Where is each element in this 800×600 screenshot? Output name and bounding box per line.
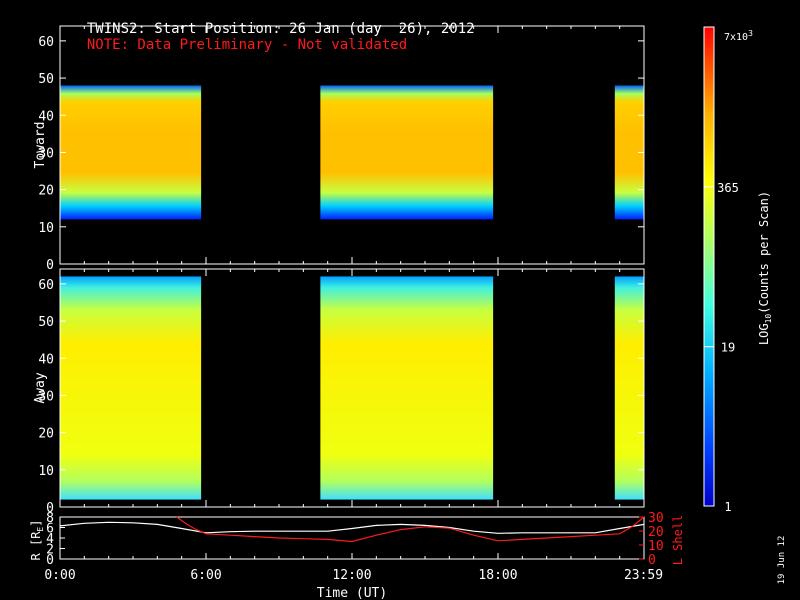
cb-tick-label-2: 365 [717,181,739,195]
y-tick-label-20: 20 [38,184,54,199]
chart-title: TWINS2: Start Position: 26 Jan (day 26),… [70,5,475,53]
orbit-lines [59,516,645,543]
y-tick-label-10: 10 [38,221,54,236]
y-tick-label-20: 20 [38,427,54,442]
lshell-line [176,516,645,543]
away-ylabel: Away [33,372,48,403]
colorbar-max-label: 7x103 [724,29,753,43]
y-tick-label-50: 50 [38,72,54,87]
colorbar-fill [703,26,715,507]
away-panel: 0102030405060 Away [33,268,645,516]
colorbar: 1 19 365 7x103 LOG10(Counts per Scan) [703,26,773,514]
y-tick-label-40: 40 [38,352,54,367]
orbit-ylabel-end: ] [29,520,43,527]
colorbar-max-base: 7x10 [724,32,748,43]
toward-panel: 0102030405060 Toward [33,25,645,273]
y-tick-label-60: 60 [38,35,54,50]
away-interval-2 [614,276,644,500]
orbit-panel: 02468 0102030 0:00 6:00 12:00 18:00 23:59 R … [29,511,685,600]
orbit-right-ticks: 0102030 [639,511,664,568]
l-tick-label-0: 0 [648,553,656,568]
colorbar-label-sub: 10 [764,314,773,324]
cb-tick-label-1: 19 [721,341,735,355]
toward-interval-1 [320,85,494,220]
x-tick-label-0: 0:00 [44,568,75,583]
away-interval-0 [60,276,202,500]
y-tick-label-50: 50 [38,315,54,330]
y-tick-label-0: 0 [46,258,54,273]
x-tick-label-3: 18:00 [478,568,517,583]
orbit-ylabel: R [RE] [29,520,45,561]
orbit-x-ticks: 0:00 6:00 12:00 18:00 23:59 [44,553,663,583]
l-tick-label-20: 20 [648,525,664,540]
x-tick-label-2: 12:00 [332,568,371,583]
cb-tick-label-0: 1 [724,500,731,514]
figure: 0102030405060 Toward 0102030405060 Away … [29,25,787,600]
l-tick-label-30: 30 [648,511,664,526]
away-bands [60,276,644,500]
toward-ylabel: Toward [33,122,48,169]
orbit-ylabel-main: R [R [29,531,43,561]
l-tick-label-10: 10 [648,539,664,554]
radius-line [59,521,645,534]
chart-title-note: NOTE: Data Preliminary - Not validated [86,37,408,53]
r-tick-label-8: 8 [46,511,54,526]
toward-interval-0 [60,85,202,220]
x-axis-label: Time (UT) [317,586,387,600]
colorbar-max-exp: 3 [748,29,753,38]
colorbar-label-main: LOG [757,323,771,345]
date-stamp: 19 Jun 12 [777,536,787,585]
x-tick-label-1: 6:00 [190,568,221,583]
toward-bands [60,85,644,220]
y-tick-label-60: 60 [38,278,54,293]
away-interval-1 [320,276,494,500]
x-tick-label-4: 23:59 [624,568,663,583]
colorbar-label-end: (Counts per Scan) [757,191,771,314]
orbit-y-ticks: 02468 [46,511,65,568]
orbit-right-ylabel: L Shell [671,515,685,566]
y-tick-label-10: 10 [38,464,54,479]
chart-title-main: TWINS2: Start Position: 26 Jan (day 26),… [86,21,475,37]
colorbar-label: LOG10(Counts per Scan) [757,191,773,345]
